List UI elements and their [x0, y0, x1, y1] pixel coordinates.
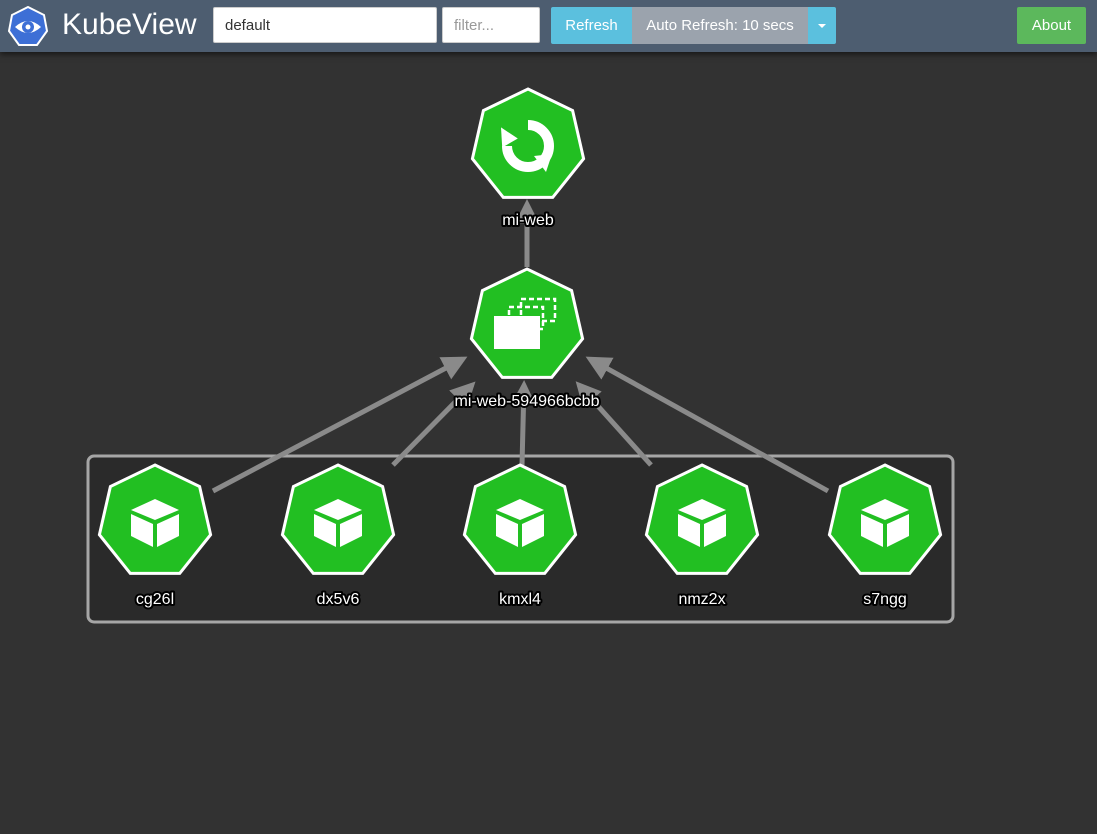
replicaset-node[interactable]: [469, 267, 585, 379]
deployment-label: mi-web: [502, 212, 554, 229]
refresh-button[interactable]: Refresh: [551, 7, 632, 44]
namespace-input[interactable]: [213, 7, 437, 43]
navbar: KubeView Refresh Auto Refresh: 10 secs A…: [0, 0, 1097, 52]
replicaset-label: mi-web-594966bcbb: [455, 393, 600, 410]
graph-canvas[interactable]: mi-web mi-web-594966bcbb cg26l dx5v6 kmxl4…: [0, 59, 1097, 834]
auto-refresh-button[interactable]: Auto Refresh: 10 secs: [632, 7, 808, 44]
app-title: KubeView: [62, 8, 197, 41]
pod-label: nmz2x: [678, 591, 725, 608]
pod-label: kmxl4: [499, 591, 541, 608]
kubeview-eye-icon[interactable]: [8, 6, 48, 48]
pod-label: dx5v6: [317, 591, 360, 608]
about-button[interactable]: About: [1017, 7, 1086, 44]
pod-label: s7ngg: [863, 591, 907, 608]
deployment-node[interactable]: [470, 87, 586, 199]
pod-label: cg26l: [136, 591, 174, 608]
caret-down-icon: [818, 23, 826, 28]
filter-input[interactable]: [442, 7, 540, 43]
auto-refresh-dropdown-button[interactable]: [808, 7, 836, 44]
